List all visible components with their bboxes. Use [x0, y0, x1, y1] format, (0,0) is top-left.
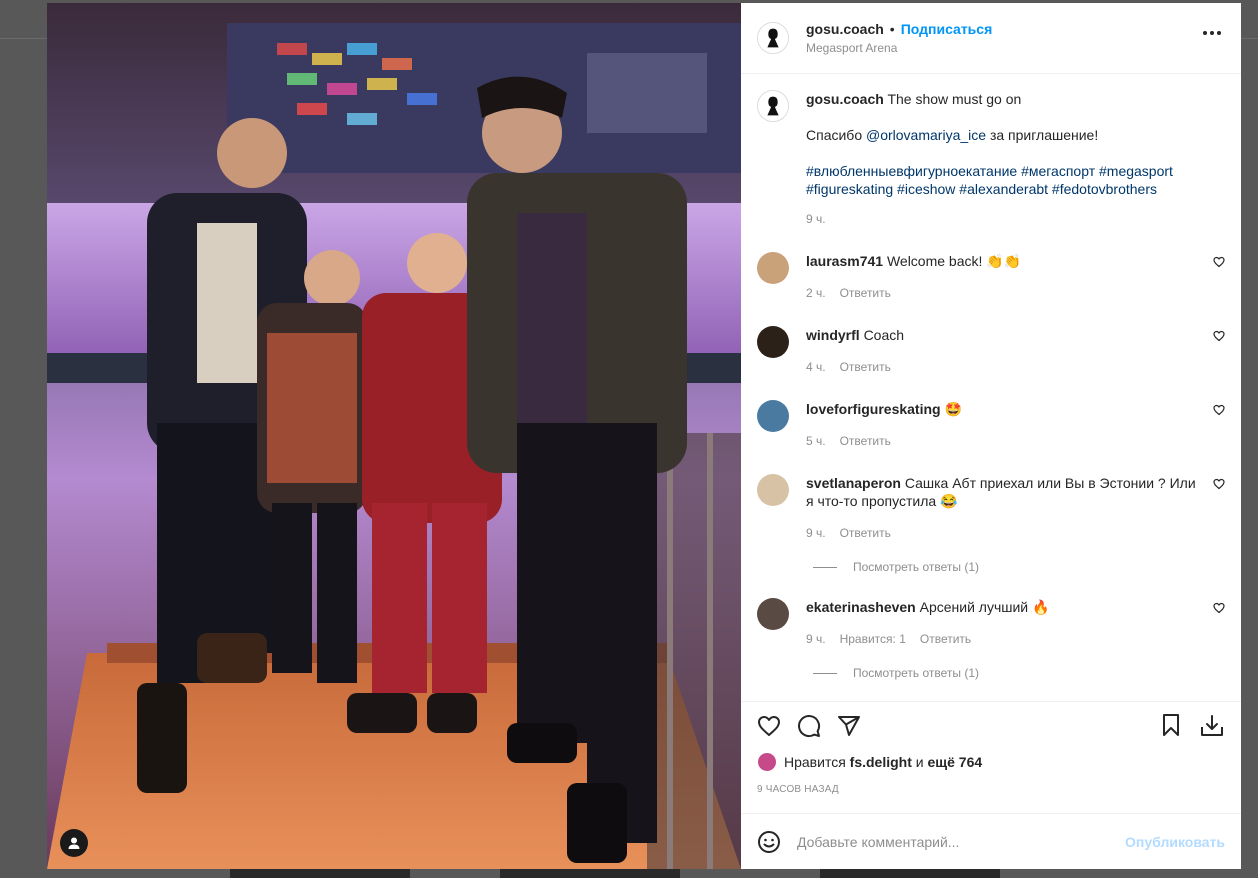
liked-user-link[interactable]: fs.delight	[850, 754, 912, 770]
emoji-smiley-icon[interactable]	[757, 830, 781, 854]
liked-prefix: Нравится	[784, 754, 846, 770]
comment-username[interactable]: svetlanaperon	[806, 475, 901, 491]
caption-thanks: Спасибо	[806, 127, 863, 143]
post-location[interactable]: Megasport Arena	[806, 41, 992, 55]
caption-mention-link[interactable]: @orlovamariya_ice	[866, 127, 986, 143]
liked-count-link[interactable]: ещё 764	[928, 754, 983, 770]
caption-hashtags-2[interactable]: #figureskating #iceshow #alexanderabt #f…	[806, 181, 1157, 197]
comment-username[interactable]: windyrfl	[806, 327, 860, 343]
caption-hashtags-1[interactable]: #влюбленныевфигурноекатание #мегаспорт #…	[806, 163, 1173, 179]
view-replies-button[interactable]: Посмотреть ответы (1)	[813, 560, 1225, 574]
caption-username[interactable]: gosu.coach	[806, 91, 884, 107]
share-send-icon[interactable]	[837, 714, 861, 738]
comment-item: svetlanaperon Сашка Абт приехал или Вы в…	[757, 474, 1225, 542]
comment-like-icon[interactable]	[1213, 602, 1225, 614]
replies-line	[813, 672, 837, 674]
separator-dot: •	[889, 21, 895, 37]
user-icon	[68, 837, 80, 849]
save-bookmark-icon[interactable]	[1159, 713, 1183, 737]
comments-scroll-area[interactable]: gosu.coach The show must go on Спасибо @…	[741, 74, 1241, 701]
background-thumb	[820, 868, 1000, 878]
comment-text: Арсений лучший	[919, 599, 1029, 615]
author-avatar-icon	[758, 23, 788, 53]
comment-time[interactable]: 9 ч.	[806, 524, 826, 542]
commenter-avatar[interactable]	[757, 252, 789, 284]
commenter-avatar[interactable]	[757, 400, 789, 432]
comment-time[interactable]: 9 ч.	[806, 630, 826, 648]
commenter-avatar[interactable]	[757, 326, 789, 358]
comment-emoji: 👏👏	[986, 253, 1022, 269]
comment-likes[interactable]: Нравится: 1	[840, 630, 906, 648]
comment-emoji: 🤩	[944, 401, 962, 417]
reply-button[interactable]: Ответить	[840, 432, 891, 450]
background-thumb	[230, 868, 410, 878]
post-side-panel: gosu.coach • Подписаться Megasport Arena…	[741, 3, 1241, 869]
comment-username[interactable]: ekaterinasheven	[806, 599, 916, 615]
likes-summary: Нравится fs.delight и ещё 764	[757, 752, 1225, 772]
more-options-icon[interactable]	[1203, 31, 1221, 35]
comment-time[interactable]: 5 ч.	[806, 432, 826, 450]
commenter-avatar[interactable]	[757, 474, 789, 506]
author-avatar-icon	[758, 91, 788, 121]
comment-time[interactable]: 2 ч.	[806, 284, 826, 302]
reply-button[interactable]: Ответить	[840, 524, 891, 542]
comment-emoji: 🔥	[1032, 599, 1050, 615]
reply-button[interactable]: Ответить	[840, 284, 891, 302]
caption-time[interactable]: 9 ч.	[806, 210, 826, 228]
comment-time[interactable]: 4 ч.	[806, 358, 826, 376]
arena-photo-illustration	[47, 3, 741, 869]
post-photo[interactable]	[47, 3, 741, 869]
comment-item: ekaterinasheven Арсений лучший 🔥 9 ч. Нрав…	[757, 598, 1225, 648]
post-header: gosu.coach • Подписаться Megasport Arena	[741, 3, 1241, 74]
comment-input[interactable]	[797, 833, 1126, 850]
comment-item: laurasm741 Welcome back! 👏👏 2 ч. Ответить	[757, 252, 1225, 302]
comment-text: Coach	[863, 327, 905, 343]
comments-list: laurasm741 Welcome back! 👏👏 2 ч. Ответить w…	[757, 252, 1225, 680]
publish-button[interactable]: Опубликовать	[1125, 834, 1225, 850]
liker-avatar[interactable]	[757, 752, 777, 772]
comment-text: Welcome back!	[886, 253, 983, 269]
caption-author-avatar[interactable]	[757, 90, 789, 122]
liked-mid: и	[915, 754, 924, 770]
tagged-people-button[interactable]	[60, 829, 88, 857]
comment-like-icon[interactable]	[1213, 330, 1225, 342]
replies-line	[813, 566, 837, 568]
caption: gosu.coach The show must go on Спасибо @…	[757, 90, 1225, 228]
caption-text: The show must go on	[887, 91, 1022, 107]
post-actions: Нравится fs.delight и ещё 764 9 часов на…	[741, 701, 1241, 813]
reply-button[interactable]: Ответить	[920, 630, 971, 648]
comment-like-icon[interactable]	[1213, 478, 1225, 490]
view-replies-label[interactable]: Посмотреть ответы (1)	[853, 666, 979, 680]
author-username[interactable]: gosu.coach	[806, 21, 884, 37]
reply-button[interactable]: Ответить	[840, 358, 891, 376]
download-icon[interactable]	[1199, 713, 1225, 739]
caption-thanks-suffix: за приглашение!	[989, 127, 1099, 143]
comment-like-icon[interactable]	[1213, 404, 1225, 416]
comment-item: loveforfigureskating 🤩 5 ч. Ответить	[757, 400, 1225, 450]
commenter-avatar[interactable]	[757, 598, 789, 630]
post-timestamp[interactable]: 9 часов назад	[757, 784, 1225, 795]
author-avatar[interactable]	[757, 22, 789, 54]
comment-like-icon[interactable]	[1213, 256, 1225, 268]
view-replies-button[interactable]: Посмотреть ответы (1)	[813, 666, 1225, 680]
like-heart-icon[interactable]	[757, 714, 781, 738]
add-comment-bar: Опубликовать	[741, 813, 1241, 869]
view-replies-label[interactable]: Посмотреть ответы (1)	[853, 560, 979, 574]
comment-emoji: 😂	[940, 493, 958, 509]
comment-username[interactable]: laurasm741	[806, 253, 883, 269]
follow-button[interactable]: Подписаться	[901, 21, 993, 37]
comment-item: windyrfl Coach 4 ч. Ответить	[757, 326, 1225, 376]
comment-bubble-icon[interactable]	[797, 714, 821, 738]
comment-username[interactable]: loveforfigureskating	[806, 401, 941, 417]
background-thumb	[500, 868, 680, 878]
